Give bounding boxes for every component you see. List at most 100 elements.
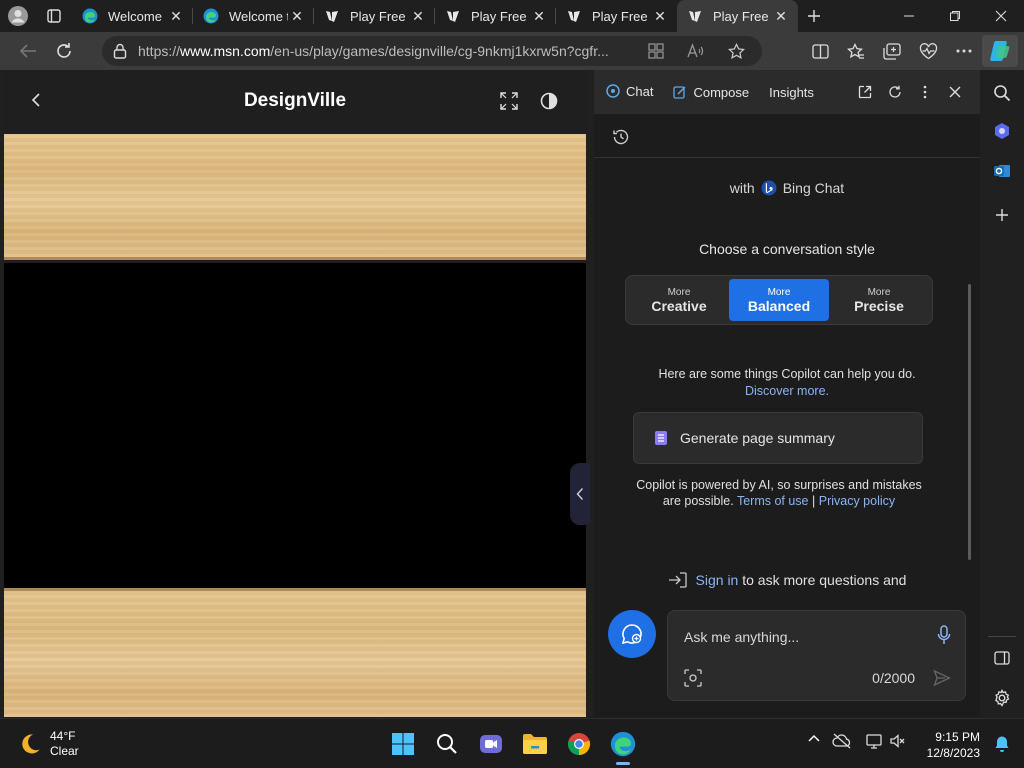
- notifications-button[interactable]: [994, 735, 1010, 753]
- show-hidden-icons-button[interactable]: [804, 733, 824, 749]
- tab-close-button[interactable]: ✕: [409, 7, 427, 25]
- teams-chat-button[interactable]: [476, 729, 506, 759]
- tab-close-button[interactable]: ✕: [288, 7, 306, 25]
- browser-essentials-button[interactable]: [910, 35, 946, 67]
- app-available-button[interactable]: [636, 42, 676, 60]
- favorites-button[interactable]: [838, 35, 874, 67]
- restore-button[interactable]: [932, 0, 978, 32]
- rail-search-button[interactable]: [991, 82, 1013, 104]
- refresh-icon: [57, 43, 71, 58]
- settings-more-button[interactable]: [946, 35, 982, 67]
- close-icon: [995, 10, 1007, 22]
- send-icon: [933, 669, 951, 687]
- minimize-button[interactable]: [886, 0, 932, 32]
- style-creative-button[interactable]: More Creative: [629, 279, 729, 321]
- copilot-icon: [990, 41, 1010, 61]
- volume-button[interactable]: [888, 733, 908, 749]
- back-button[interactable]: [10, 35, 46, 67]
- tab-close-button[interactable]: ✕: [530, 7, 548, 25]
- copilot-chat-icon: [606, 84, 620, 98]
- sign-in-link[interactable]: Sign in: [696, 572, 739, 588]
- browser-tab-6-active[interactable]: Play Free ( ✕: [677, 0, 798, 32]
- address-bar-actions: [636, 42, 756, 60]
- fullscreen-button[interactable]: [500, 92, 518, 110]
- browser-tab-5[interactable]: Play Free ( ✕: [556, 0, 677, 32]
- voice-input-button[interactable]: [937, 625, 951, 645]
- site-info-button[interactable]: [102, 43, 138, 59]
- collections-button[interactable]: [874, 35, 910, 67]
- tab-close-button[interactable]: ✕: [772, 7, 790, 25]
- discover-more-link[interactable]: Discover more.: [745, 384, 829, 398]
- new-topic-button[interactable]: [608, 610, 656, 658]
- plus-icon: [996, 209, 1008, 221]
- sidebar-settings-button[interactable]: [991, 687, 1013, 709]
- theme-toggle-button[interactable]: [540, 92, 558, 110]
- tab-chat[interactable]: Chat: [596, 70, 663, 114]
- copilot-sidebar: Chat Compose Insights with Bing Chat Cho…: [594, 70, 980, 717]
- tab-insights[interactable]: Insights: [759, 70, 824, 114]
- onedrive-button[interactable]: [824, 733, 860, 749]
- address-bar[interactable]: https://www.msn.com/en-us/play/games/des…: [102, 36, 762, 66]
- open-in-new-button[interactable]: [850, 85, 880, 99]
- style-balanced-button[interactable]: More Balanced: [729, 279, 829, 321]
- copilot-more-button[interactable]: [910, 85, 940, 99]
- disclaimer-line-2: are possible. Terms of use | Privacy pol…: [634, 493, 924, 509]
- read-aloud-button[interactable]: [676, 42, 716, 60]
- terms-of-use-link[interactable]: Terms of use: [737, 494, 809, 508]
- windows-logo-icon: [392, 733, 414, 755]
- refresh-chat-button[interactable]: [880, 85, 910, 99]
- add-screenshot-button[interactable]: [684, 669, 702, 687]
- edge-taskbar-button[interactable]: [608, 729, 638, 765]
- new-tab-button[interactable]: [798, 0, 830, 32]
- rail-outlook-button[interactable]: [991, 160, 1013, 182]
- send-button[interactable]: [933, 669, 951, 687]
- refresh-button[interactable]: [46, 35, 82, 67]
- browser-tab-1[interactable]: Welcome ✕: [72, 0, 193, 32]
- sidebar-collapse-handle[interactable]: [570, 463, 590, 525]
- style-precise-button[interactable]: More Precise: [829, 279, 929, 321]
- tab-close-button[interactable]: ✕: [167, 7, 185, 25]
- close-window-button[interactable]: [978, 0, 1024, 32]
- browser-tab-2[interactable]: Welcome t ✕: [193, 0, 314, 32]
- game-title: DesignVille: [243, 90, 347, 111]
- history-icon: [613, 129, 629, 145]
- history-button[interactable]: [612, 128, 630, 146]
- taskbar-clock[interactable]: 9:15 PM 12/8/2023: [927, 729, 980, 761]
- start-button[interactable]: [388, 729, 418, 759]
- network-button[interactable]: [860, 733, 888, 749]
- privacy-policy-link[interactable]: Privacy policy: [819, 494, 895, 508]
- weather-widget[interactable]: 44°F Clear: [18, 729, 79, 759]
- file-explorer-button[interactable]: [520, 729, 550, 759]
- clock-date: 12/8/2023: [926, 746, 980, 760]
- browser-tab-3[interactable]: Play Free ( ✕: [314, 0, 435, 32]
- generate-page-summary-button[interactable]: Generate page summary: [633, 412, 923, 464]
- game-wood-bottom: [4, 588, 586, 717]
- copilot-button[interactable]: [982, 35, 1018, 67]
- hide-sidebar-button[interactable]: [991, 647, 1013, 669]
- rail-add-button[interactable]: [991, 204, 1013, 226]
- close-sidebar-button[interactable]: [940, 86, 970, 98]
- browser-tab-4[interactable]: Play Free ( ✕: [435, 0, 556, 32]
- arrow-left-icon: [19, 44, 36, 58]
- edge-icon: [203, 8, 219, 24]
- game-canvas[interactable]: [4, 263, 586, 588]
- game-wood-top: [4, 134, 586, 260]
- chat-input[interactable]: Ask me anything...: [684, 629, 799, 645]
- split-screen-button[interactable]: [802, 35, 838, 67]
- msn-games-icon: [689, 11, 701, 22]
- taskbar-search-button[interactable]: [432, 729, 462, 759]
- tab-actions-button[interactable]: [36, 0, 72, 32]
- with-prefix: with: [729, 180, 755, 196]
- chat-scrollbar[interactable]: [968, 284, 971, 560]
- profile-button[interactable]: [0, 0, 36, 32]
- tab-close-button[interactable]: ✕: [651, 7, 669, 25]
- meet-video-icon: [480, 735, 502, 753]
- copilot-header: Chat Compose Insights: [594, 70, 980, 114]
- restore-icon: [950, 11, 960, 21]
- favorite-button[interactable]: [716, 42, 756, 60]
- rail-copilot-button[interactable]: [991, 120, 1013, 142]
- chrome-button[interactable]: [564, 729, 594, 759]
- tab-compose[interactable]: Compose: [663, 70, 759, 114]
- tab-strip: Welcome ✕ Welcome t ✕ Play Free ( ✕ Play…: [0, 0, 1024, 32]
- bing-chat-label: Bing Chat: [782, 180, 845, 196]
